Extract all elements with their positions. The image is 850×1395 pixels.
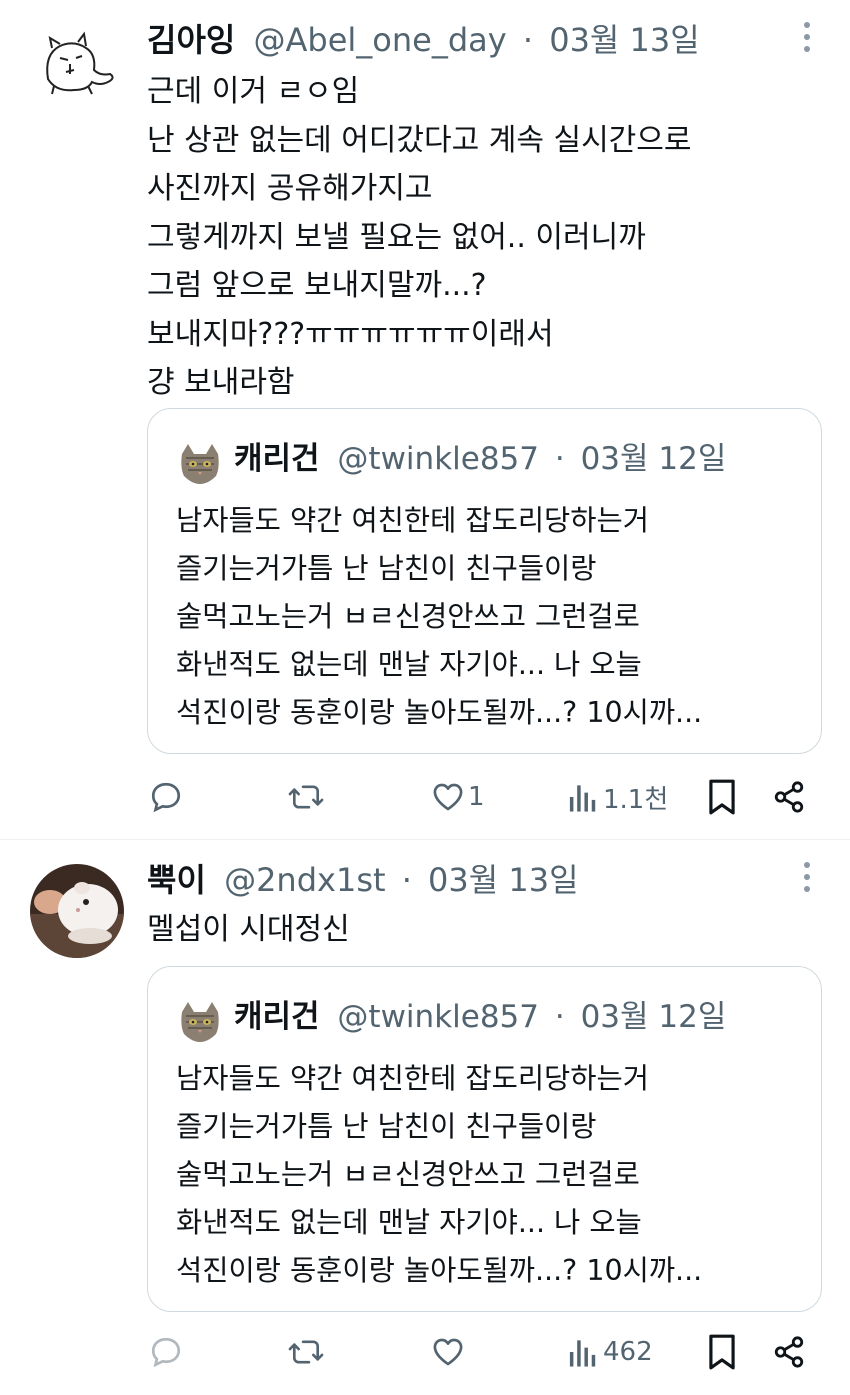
tweet-header: 김아잉 @Abel_one_day · 03월 13일 bbox=[147, 18, 700, 62]
tweet[interactable]: 김아잉 @Abel_one_day · 03월 13일 근데 이거 ㄹㅇ임 난 … bbox=[0, 0, 850, 840]
timestamp[interactable]: 03월 13일 bbox=[428, 861, 579, 899]
views-button[interactable]: 1.1천 bbox=[567, 772, 668, 822]
bookmark-icon bbox=[709, 1334, 735, 1370]
quoted-text: 남자들도 약간 여친한테 잡도리당하는거 즐기는거가틈 난 남친이 친구들이랑 … bbox=[176, 504, 703, 729]
share-button[interactable] bbox=[772, 772, 806, 822]
retweet-button[interactable] bbox=[287, 772, 331, 822]
tweet-text: 근데 이거 ㄹㅇ임 난 상관 없는데 어디갔다고 계속 실시간으로 사진까지 공… bbox=[147, 74, 692, 400]
retweet-icon bbox=[288, 785, 324, 809]
tweet-header: 뿍이 @2ndx1st · 03월 13일 bbox=[147, 858, 579, 902]
share-icon bbox=[774, 781, 804, 813]
like-button[interactable] bbox=[430, 1327, 472, 1377]
share-icon bbox=[774, 1336, 804, 1368]
display-name[interactable]: 뿍이 bbox=[147, 861, 206, 899]
heart-icon bbox=[433, 1338, 463, 1366]
retweet-button[interactable] bbox=[287, 1327, 331, 1377]
reply-button[interactable] bbox=[148, 1327, 190, 1377]
action-bar: 462 bbox=[0, 1327, 850, 1377]
view-count: 1.1천 bbox=[603, 784, 669, 815]
quoted-tweet[interactable]: 캐리건 @twinkle857 · 03월 12일 남자들도 약간 여친한테 잡… bbox=[147, 966, 822, 1312]
views-bar-chart-icon bbox=[569, 1340, 596, 1367]
action-bar: 1 1.1천 bbox=[0, 772, 850, 822]
handle[interactable]: @Abel_one_day bbox=[254, 21, 507, 59]
quoted-timestamp: 03월 12일 bbox=[580, 999, 727, 1035]
like-count: 1 bbox=[468, 782, 485, 812]
bookmark-icon bbox=[709, 779, 735, 815]
separator: · bbox=[401, 861, 412, 899]
like-button[interactable]: 1 bbox=[430, 772, 485, 822]
quoted-text: 남자들도 약간 여친한테 잡도리당하는거 즐기는거가틈 난 남친이 친구들이랑 … bbox=[176, 1062, 703, 1287]
heart-icon bbox=[433, 783, 463, 811]
reply-button[interactable] bbox=[148, 772, 190, 822]
avatar[interactable] bbox=[30, 24, 124, 118]
quoted-display-name: 캐리건 bbox=[234, 999, 320, 1035]
bookmark-button[interactable] bbox=[706, 772, 738, 822]
quoted-display-name: 캐리건 bbox=[234, 441, 320, 477]
handle[interactable]: @2ndx1st bbox=[224, 861, 385, 899]
quoted-handle: @twinkle857 bbox=[337, 441, 539, 477]
separator: · bbox=[522, 21, 534, 59]
tweet-text: 멜섭이 시대정신 bbox=[147, 912, 350, 947]
more-vertical-icon[interactable] bbox=[802, 22, 812, 62]
timestamp[interactable]: 03월 13일 bbox=[549, 21, 700, 59]
quoted-tweet[interactable]: 캐리건 @twinkle857 · 03월 12일 남자들도 약간 여친한테 잡… bbox=[147, 408, 822, 754]
quoted-timestamp: 03월 12일 bbox=[580, 441, 727, 477]
quoted-header: 캐리건 @twinkle857 · 03월 12일 bbox=[234, 437, 726, 481]
retweet-icon bbox=[288, 1340, 324, 1364]
separator: · bbox=[554, 999, 565, 1035]
quoted-header: 캐리건 @twinkle857 · 03월 12일 bbox=[234, 995, 726, 1039]
quoted-handle: @twinkle857 bbox=[337, 999, 539, 1035]
views-bar-chart-icon bbox=[569, 785, 596, 812]
reply-icon bbox=[151, 1337, 181, 1368]
views-button[interactable]: 462 bbox=[567, 1327, 653, 1377]
tweet[interactable]: 뿍이 @2ndx1st · 03월 13일 멜섭이 시대정신 캐리건 @twin… bbox=[0, 840, 850, 1395]
quoted-avatar bbox=[178, 1000, 222, 1044]
more-vertical-icon[interactable] bbox=[802, 862, 812, 902]
reply-icon bbox=[151, 782, 181, 813]
avatar[interactable] bbox=[30, 864, 124, 958]
quoted-avatar bbox=[178, 442, 222, 486]
view-count: 462 bbox=[603, 1337, 653, 1367]
bookmark-button[interactable] bbox=[706, 1327, 738, 1377]
separator: · bbox=[554, 441, 565, 477]
display-name[interactable]: 김아잉 bbox=[147, 21, 235, 59]
share-button[interactable] bbox=[772, 1327, 806, 1377]
